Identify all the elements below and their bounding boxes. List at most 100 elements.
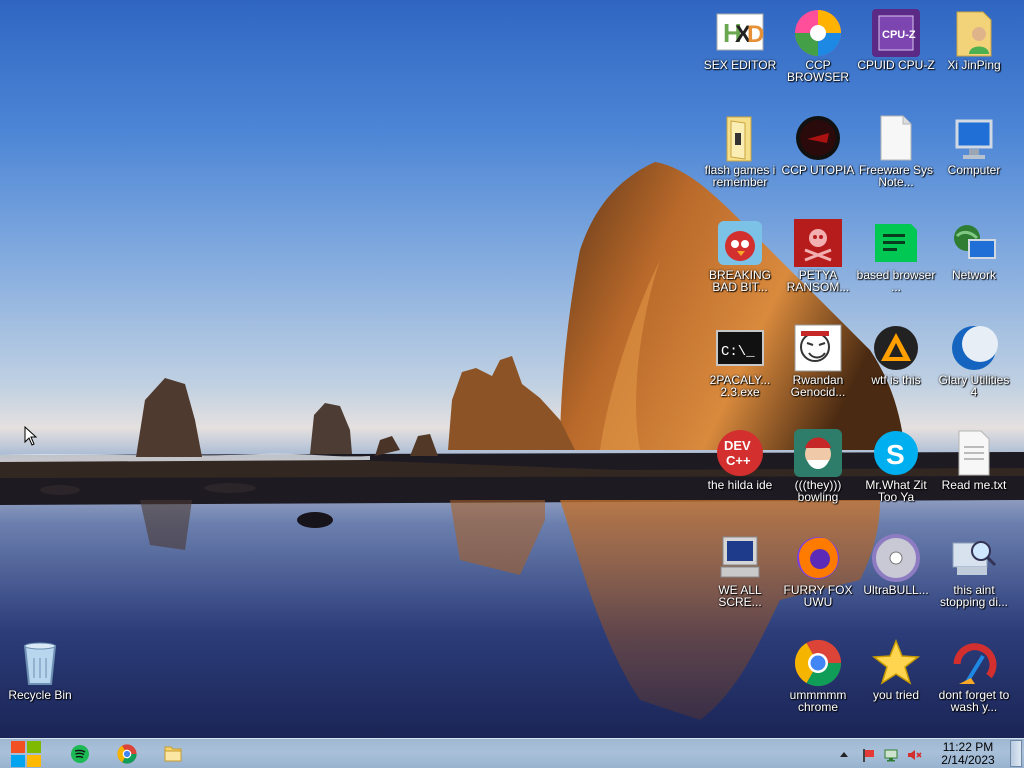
taskbar-app-file-explorer[interactable] [161,742,185,766]
green-document-icon [871,218,921,268]
desktop-icon-2pacaly[interactable]: C:\_ 2PACALY... 2.3.exe [702,317,778,419]
action-center-flag-icon[interactable] [860,747,876,763]
desktop-icon-read-me-txt[interactable]: Read me.txt [936,422,1012,524]
network-globe-icon [949,218,999,268]
desktop-icon-label: ummmmm chrome [789,688,847,714]
desktop-icon-ummmmm-chrome[interactable]: ummmmm chrome [780,632,856,734]
desktop-icon-recycle-bin[interactable]: Recycle Bin [2,632,78,734]
desktop-icon-glary-utilities[interactable]: Glary Utilities 4 [936,317,1012,419]
gold-star-icon [871,638,921,688]
desktop-icon-xi-jinping[interactable]: Xi JinPing [936,2,1012,104]
svg-text:S: S [886,439,905,470]
taskbar-app-chrome[interactable] [115,742,139,766]
swirl-browser-icon [793,8,843,58]
desktop-icon-sex-editor[interactable]: HXD SEX EDITOR [702,2,778,104]
desktop-icon-label: SEX EDITOR [703,58,777,72]
ccleaner-broom-icon [949,638,999,688]
command-prompt-icon: C:\_ [715,323,765,373]
desktop-icon-label: wtf is this [871,373,921,387]
recycle-bin-icon [15,638,65,688]
angry-bird-icon [715,218,765,268]
desktop-icon-ultrabull[interactable]: UltraBULL... [858,527,934,629]
desktop-icon-label: Read me.txt [941,478,1007,492]
taskbar-clock[interactable]: 11:22 PM 2/14/2023 [938,741,998,767]
aimp-triangle-icon [871,323,921,373]
desktop-icon-label: dont forget to wash y... [938,688,1010,714]
desktop-icon-breaking-bad[interactable]: BREAKING BAD BIT... [702,212,778,314]
desktop-icon-label: Glary Utilities 4 [938,373,1010,399]
santa-game-icon [793,428,843,478]
desktop-icon-label: Mr.What Zit Too Ya [865,478,927,504]
start-button[interactable] [8,739,46,768]
desktop-icon-hilda-ide[interactable]: DEV C++ the hilda ide [702,422,778,524]
desktop-icon-flash-games[interactable]: flash games i remember [702,107,778,209]
clock-date: 2/14/2023 [941,753,995,767]
desktop-icon-mr-what-zit[interactable]: S Mr.What Zit Too Ya [858,422,934,524]
search-computer-icon [949,533,999,583]
folder-icon [715,113,765,163]
user-folder-icon [949,8,999,58]
desktop-icon-furry-fox[interactable]: FURRY FOX UWU [780,527,856,629]
desktop[interactable]: HXD SEX EDITOR CCP BROWSER CPU-Z CPUID C… [0,0,1024,738]
folder-icon [164,746,182,762]
desktop-icon-rwandan-genocid[interactable]: Rwandan Genocid... [780,317,856,419]
chrome-icon [793,638,843,688]
desktop-icon-label: Recycle Bin [8,688,72,702]
desktop-icon-you-tried[interactable]: you tried [858,632,934,734]
desktop-icon-network[interactable]: Network [936,212,1012,314]
show-desktop-button[interactable] [1010,740,1022,767]
desktop-icon-freeware-sys-note[interactable]: Freeware Sys Note... [858,107,934,209]
desktop-icon-label: flash games i remember [704,163,776,189]
dark-disc-icon [793,113,843,163]
spotify-icon [71,745,89,763]
desktop-icon-label: FURRY FOX UWU [783,583,853,609]
desktop-icon-label: this aint stopping di... [939,583,1009,609]
desktop-icon-computer[interactable]: Computer [936,107,1012,209]
taskbar-app-spotify[interactable] [68,742,92,766]
desktop-icon-label: Freeware Sys Note... [858,163,934,189]
desktop-icon-wtf-is-this[interactable]: wtf is this [858,317,934,419]
desktop-icon-label: Computer [947,163,1001,177]
desktop-icon-label: WE ALL SCRE... [718,583,762,609]
taskbar: 11:22 PM 2/14/2023 [0,738,1024,768]
tray-overflow-icon[interactable] [836,747,852,763]
cpu-z-icon: CPU-Z [871,8,921,58]
desktop-icon-label: UltraBULL... [863,583,929,597]
desktop-icon-label: the hilda ide [707,478,773,492]
desktop-icon-based-browser[interactable]: based browser ... [857,212,935,314]
windows-logo-icon [11,741,41,767]
desktop-icon-label: you tried [872,688,920,702]
desktop-icon-this-aint-stopping[interactable]: this aint stopping di... [936,527,1012,629]
desktop-icon-petya-ransom[interactable]: PETYA RANSOM... [780,212,856,314]
optical-disc-icon [871,533,921,583]
desktop-icon-ccp-browser[interactable]: CCP BROWSER [780,2,856,104]
volume-muted-icon[interactable] [906,747,922,763]
desktop-icon-label: BREAKING BAD BIT... [708,268,771,294]
desktop-icon-label: (((they))) bowling [794,478,842,504]
svg-text:CPU-Z: CPU-Z [882,29,916,41]
meme-face-icon [793,323,843,373]
desktop-icon-label: 2PACALY... 2.3.exe [709,373,771,399]
svg-text:DEV: DEV [724,438,751,453]
svg-text:C:\_: C:\_ [721,344,755,360]
desktop-icon-label: PETYA RANSOM... [786,268,850,294]
desktop-icon-label: CPUID CPU-Z [857,58,935,72]
desktop-icon-cpu-z[interactable]: CPU-Z CPUID CPU-Z [857,2,935,104]
svg-text:D: D [747,21,764,48]
document-icon [871,113,921,163]
hxd-hex-editor-icon: HXD [715,8,765,58]
desktop-icon-label: Rwandan Genocid... [790,373,846,399]
retro-computer-icon [715,533,765,583]
desktop-icon-dont-forget[interactable]: dont forget to wash y... [936,632,1012,734]
desktop-icon-they-bowling[interactable]: (((they))) bowling [780,422,856,524]
mouse-cursor-icon [24,426,38,446]
chrome-icon [117,744,137,764]
desktop-icon-label: CCP UTOPIA [781,163,855,177]
desktop-icon-ccp-utopia[interactable]: CCP UTOPIA [780,107,856,209]
desktop-icon-we-all-scre[interactable]: WE ALL SCRE... [702,527,778,629]
firefox-icon [793,533,843,583]
network-icon[interactable] [883,747,899,763]
skype-icon: S [871,428,921,478]
text-file-icon [949,428,999,478]
computer-monitor-icon [949,113,999,163]
